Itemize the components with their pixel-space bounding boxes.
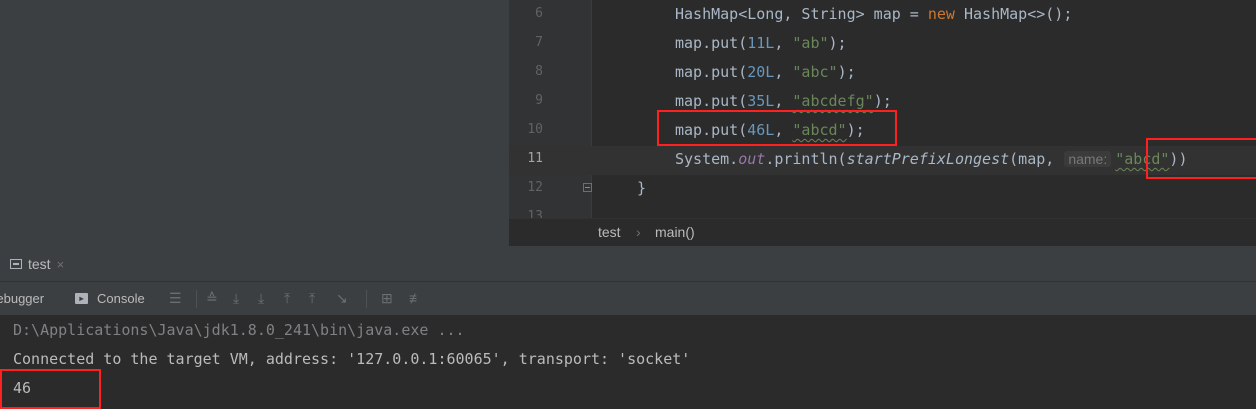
code-token: ); — [837, 63, 856, 81]
code-token: "abcd" — [792, 121, 847, 139]
console-line-command: D:\Applications\Java\jdk1.8.0_241\bin\ja… — [13, 321, 465, 339]
code-token: out — [738, 150, 766, 168]
code-editor[interactable]: 6 HashMap<Long, String> map = new HashMap… — [509, 0, 1256, 218]
code-token: 35L — [747, 92, 775, 110]
menu-icon[interactable]: ☰ — [169, 290, 182, 307]
code-text: map.put(46L, "abcd"); — [675, 121, 865, 139]
code-line[interactable]: 9 map.put(35L, "abcdefg"); — [509, 88, 1256, 117]
code-token: , — [774, 92, 793, 110]
code-line[interactable]: 12} — [509, 175, 1256, 204]
close-icon[interactable]: × — [57, 257, 65, 272]
line-number: 9 — [535, 93, 543, 108]
code-token: ); — [828, 34, 847, 52]
code-text: } — [637, 179, 646, 197]
code-token: 20L — [747, 63, 775, 81]
code-text: map.put(11L, "ab"); — [675, 34, 847, 52]
code-token: , — [774, 121, 793, 139]
code-token: ); — [873, 92, 892, 110]
line-number: 10 — [527, 122, 543, 137]
step-out-icon[interactable]: ⤒ — [309, 290, 315, 307]
step-into-icon[interactable]: ⤓ — [258, 290, 264, 307]
line-number: 7 — [535, 35, 543, 50]
parameter-hint: name: — [1064, 151, 1112, 167]
code-token: map.put( — [675, 121, 748, 139]
project-panel — [0, 0, 509, 246]
breadcrumb: test › main() — [509, 218, 1256, 246]
line-number: 12 — [527, 180, 543, 195]
step-over-icon[interactable]: ⤓ — [233, 290, 239, 307]
evaluate-expression-icon[interactable]: ⊞ — [381, 290, 393, 307]
code-line[interactable]: 11 System.out.println(startPrefixLongest(… — [509, 146, 1256, 175]
code-line[interactable]: 10 map.put(46L, "abcd"); — [509, 117, 1256, 146]
code-token: System. — [675, 150, 739, 168]
code-token: "abcdefg" — [792, 92, 874, 110]
breadcrumb-class[interactable]: test — [598, 224, 621, 240]
console-tab-icon — [10, 259, 22, 269]
code-line[interactable]: 8 map.put(20L, "abc"); — [509, 59, 1256, 88]
code-token: new — [927, 5, 955, 23]
breadcrumb-method[interactable]: main() — [655, 224, 695, 240]
console-line-connected: Connected to the target VM, address: '12… — [13, 350, 691, 368]
code-token: HashMap<Long, String> map = — [675, 5, 928, 23]
run-to-cursor-icon[interactable]: ↘ — [336, 290, 348, 307]
run-tab-label: test — [28, 256, 51, 272]
trace-icon[interactable]: ≢ — [409, 290, 423, 306]
code-token: startPrefixLongest — [846, 150, 1010, 168]
force-step-into-icon[interactable]: ⤒ — [284, 290, 290, 307]
code-text: System.out.println(startPrefixLongest(ma… — [675, 150, 1187, 168]
code-text: map.put(20L, "abc"); — [675, 63, 856, 81]
code-text: HashMap<Long, String> map = new HashMap<… — [675, 5, 1072, 23]
code-token: .println( — [765, 150, 847, 168]
line-number: 8 — [535, 64, 543, 79]
breadcrumb-separator: › — [636, 224, 641, 240]
code-token: map.put( — [675, 34, 748, 52]
line-number: 13 — [527, 209, 543, 218]
toolbar-separator — [366, 290, 367, 308]
code-token: 46L — [747, 121, 775, 139]
code-line[interactable]: 6 HashMap<Long, String> map = new HashMap… — [509, 1, 1256, 30]
console-line-result: 46 — [13, 379, 32, 397]
code-token: (map, — [1009, 150, 1055, 168]
line-number: 6 — [535, 6, 543, 21]
tab-console[interactable]: Console — [97, 291, 145, 306]
tab-debugger[interactable]: Debugger — [0, 291, 44, 306]
code-token: "abc" — [792, 63, 838, 81]
code-token: 11L — [747, 34, 775, 52]
code-token: map.put( — [675, 92, 748, 110]
show-execution-point-icon[interactable]: ≙ — [206, 290, 218, 307]
code-token: HashMap<>(); — [954, 5, 1073, 23]
console-output[interactable]: D:\Applications\Java\jdk1.8.0_241\bin\ja… — [0, 316, 1256, 409]
run-tab-test[interactable]: test × — [0, 246, 64, 282]
console-icon: ▸ — [75, 293, 88, 304]
code-token: )) — [1169, 150, 1188, 168]
code-token: , — [774, 34, 793, 52]
run-tab-bar: test × — [0, 246, 1256, 282]
toolbar-separator — [196, 290, 197, 308]
code-line[interactable]: 7 map.put(11L, "ab"); — [509, 30, 1256, 59]
line-number: 11 — [527, 151, 543, 166]
code-token: "ab" — [792, 34, 829, 52]
fold-icon[interactable] — [583, 183, 592, 192]
code-line[interactable]: 13 — [509, 204, 1256, 218]
code-token: } — [637, 179, 647, 197]
code-token: , — [774, 63, 793, 81]
code-text: map.put(35L, "abcdefg"); — [675, 92, 892, 110]
code-token: "abcd" — [1115, 150, 1170, 168]
code-token: ); — [846, 121, 865, 139]
code-token: map.put( — [675, 63, 748, 81]
debug-toolbar: Debugger ▸ Console ☰ ≙ ⤓ ⤓ ⤒ ⤒ ↘ ⊞ ≢ — [0, 282, 1256, 316]
